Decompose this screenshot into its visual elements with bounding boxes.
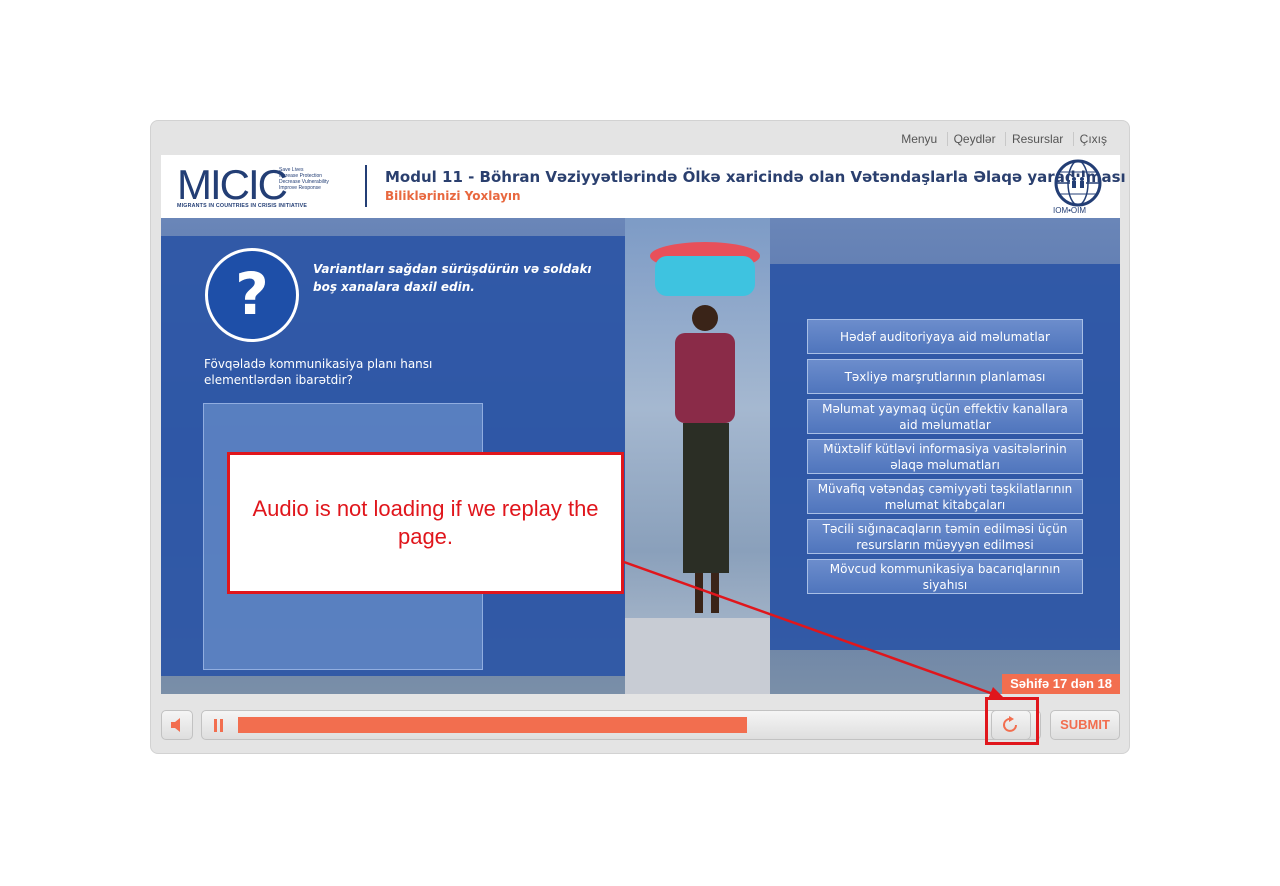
logo-subtitle: MIGRANTS IN COUNTRIES IN CRISIS INITIATI… xyxy=(177,203,308,209)
drag-option[interactable]: Müxtəlif kütləvi informasiya vasitələrin… xyxy=(807,439,1083,474)
nav-exit-link[interactable]: Çıxış xyxy=(1072,132,1113,146)
drag-option[interactable]: Hədəf auditoriyaya aid məlumatlar xyxy=(807,319,1083,354)
nav-resources-link[interactable]: Resurslar xyxy=(1004,132,1070,146)
annotation-highlight-box xyxy=(985,697,1039,745)
module-title: Modul 11 - Böhran Vəziyyətlərində Ölkə x… xyxy=(385,168,1126,186)
drag-option[interactable]: Müvafiq vətəndaş cəmiyyəti təşkilatların… xyxy=(807,479,1083,514)
drag-option[interactable]: Təxliyə marşrutlarının planlaması xyxy=(807,359,1083,394)
globe-icon xyxy=(1054,159,1102,207)
logo-taglines: Save Lives Increase Protection Decrease … xyxy=(279,167,329,191)
woman-carrying-basin-image xyxy=(625,242,770,694)
iom-logo: IOM•OIM xyxy=(1050,159,1106,217)
drag-option[interactable]: Məlumat yaymaq üçün effektiv kanallara a… xyxy=(807,399,1083,434)
drag-option[interactable]: Mövcud kommunikasiya bacarıqlarının siya… xyxy=(807,559,1083,594)
nav-menu-link[interactable]: Menyu xyxy=(895,132,943,146)
pause-icon[interactable] xyxy=(220,719,223,732)
drag-option[interactable]: Təcili sığınacaqların təmin edilməsi üçü… xyxy=(807,519,1083,554)
volume-button[interactable] xyxy=(161,710,193,740)
progress-track[interactable] xyxy=(201,710,1041,740)
iom-label: IOM•OIM xyxy=(1053,206,1087,215)
header-divider xyxy=(365,165,367,207)
page-indicator: Səhifə 17 dən 18 xyxy=(1002,674,1120,694)
course-header: MICIC Save Lives Increase Protection Dec… xyxy=(161,155,1126,218)
course-player: Menyu Qeydlər Resurslar Çıxış MICIC Save… xyxy=(150,120,1130,754)
micic-logo: MICIC Save Lives Increase Protection Dec… xyxy=(177,161,347,211)
options-panel: Hədəf auditoriyaya aid məlumatlar Təxliy… xyxy=(770,264,1120,650)
instruction-text: Variantları sağdan sürüşdürün və soldakı… xyxy=(313,262,592,294)
annotation-callout: Audio is not loading if we replay the pa… xyxy=(227,452,624,594)
top-navigation: Menyu Qeydlər Resurslar Çıxış xyxy=(895,132,1113,146)
logo-wordmark: MICIC xyxy=(177,161,288,208)
question-text: Fövqəladə kommunikasiya planı hansı elem… xyxy=(204,357,433,387)
nav-notes-link[interactable]: Qeydlər xyxy=(946,132,1002,146)
drag-options-list: Hədəf auditoriyaya aid məlumatlar Təxliy… xyxy=(807,319,1085,599)
background-photo xyxy=(625,218,770,694)
progress-fill xyxy=(238,717,747,733)
speaker-icon xyxy=(171,718,180,732)
module-subtitle: Biliklərinizi Yoxlayın xyxy=(385,189,521,203)
pause-icon[interactable] xyxy=(214,719,217,732)
question-mark-icon: ? xyxy=(205,248,299,342)
logo-tagline: Improve Response xyxy=(279,185,321,191)
submit-button[interactable]: SUBMIT xyxy=(1050,710,1120,740)
playback-controls: SUBMIT xyxy=(161,708,1120,742)
